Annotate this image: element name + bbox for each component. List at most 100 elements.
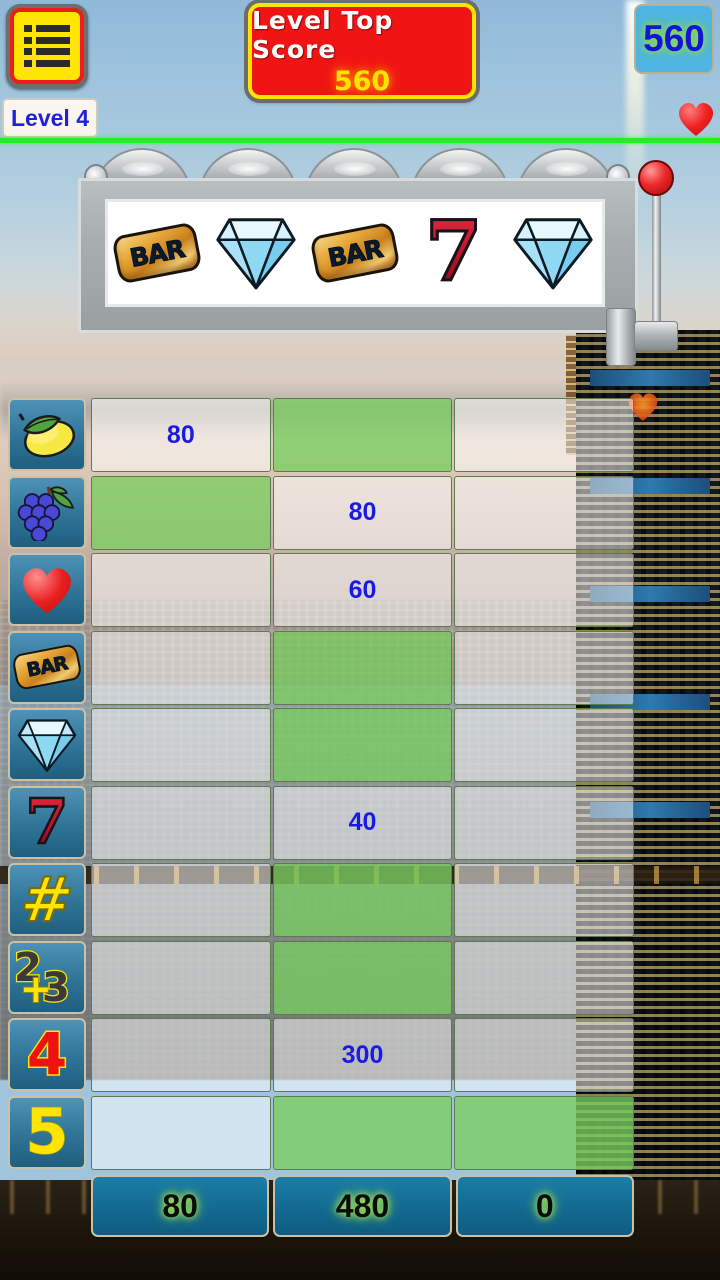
row-cells: 80 — [91, 396, 635, 474]
row-icon-hash: # — [8, 863, 86, 936]
four-icon: 4 — [25, 1020, 68, 1089]
reel-1-bar-icon: BAR — [111, 211, 204, 295]
current-score-value: 560 — [643, 18, 705, 59]
row-cells — [91, 629, 635, 707]
level-top-score-panel: Level Top Score 560 — [248, 3, 476, 99]
top-score-value: 560 — [333, 65, 391, 97]
cell[interactable] — [272, 398, 453, 472]
cell[interactable] — [272, 1095, 453, 1170]
reel-3-label: BAR — [325, 233, 385, 273]
green-divider — [0, 138, 720, 143]
table-row: 5 — [8, 1094, 635, 1172]
cell-value: 80 — [348, 498, 377, 526]
lever-base-side — [606, 308, 636, 366]
cell[interactable] — [454, 940, 635, 1015]
slot-machine[interactable]: BAR BAR 7 — [78, 148, 678, 366]
cell[interactable] — [272, 940, 453, 1015]
menu-button-inner — [10, 8, 84, 84]
reel-4-label: 7 — [424, 204, 484, 301]
row-icon-grapes — [8, 475, 86, 549]
cell-value: 60 — [348, 575, 377, 604]
cell[interactable]: 300 — [272, 1018, 453, 1092]
reel-window: BAR BAR 7 — [105, 199, 605, 307]
cell[interactable]: 40 — [272, 785, 453, 860]
cell[interactable] — [454, 630, 635, 705]
cell-value: 300 — [341, 1040, 384, 1069]
cell[interactable] — [454, 398, 635, 472]
cell[interactable] — [91, 708, 271, 782]
cell[interactable] — [454, 785, 635, 860]
row-cells — [91, 706, 635, 784]
row-icon-two-plus-three: 2 +3 — [8, 940, 86, 1014]
cell[interactable]: 80 — [91, 398, 271, 472]
cell-value: 80 — [166, 420, 195, 449]
seven-icon: 7 — [24, 785, 70, 859]
reel-5-diamond-icon — [507, 211, 599, 295]
cell[interactable] — [272, 708, 453, 782]
cell[interactable] — [91, 863, 271, 937]
diamond-icon — [15, 717, 79, 773]
cell[interactable] — [454, 1095, 635, 1170]
row-icon-bar: BAR — [8, 630, 86, 704]
cell[interactable] — [454, 1018, 635, 1092]
row-cells — [91, 861, 635, 939]
cell[interactable] — [91, 553, 271, 627]
cell[interactable] — [91, 785, 271, 860]
cell[interactable] — [454, 475, 635, 550]
bar-icon: BAR — [11, 643, 83, 691]
table-row: # — [8, 861, 635, 939]
scorecard-grid[interactable]: 80 80 60 BAR 7 40 # 2 + 3 4 300 5 80 480… — [8, 396, 635, 1246]
cell[interactable] — [454, 863, 635, 937]
reel-2-diamond-icon — [210, 211, 302, 295]
total-value: 480 — [335, 1187, 390, 1224]
row-cells: 80 — [91, 474, 635, 552]
reel-1-label: BAR — [127, 233, 187, 273]
menu-button[interactable] — [6, 4, 88, 88]
hash-icon: # — [16, 863, 78, 936]
row-icon-four: 4 — [8, 1018, 86, 1091]
table-row — [8, 706, 635, 784]
cell[interactable] — [454, 553, 635, 627]
grapes-icon — [16, 483, 78, 543]
five-icon: 5 — [25, 1095, 70, 1169]
level-label: Level 4 — [11, 104, 89, 131]
table-row: 4 300 — [8, 1016, 635, 1094]
total-column-2: 480 — [273, 1175, 452, 1237]
cell[interactable] — [91, 940, 271, 1015]
level-badge: Level 4 — [2, 98, 98, 138]
cell[interactable] — [272, 863, 453, 937]
slot-lever-handle[interactable] — [606, 156, 680, 366]
row-icon-heart — [8, 553, 86, 626]
table-row: BAR — [8, 629, 635, 707]
lever-base — [634, 321, 678, 351]
slot-cabinet: BAR BAR 7 — [78, 178, 638, 333]
cell[interactable] — [91, 1095, 271, 1170]
lemon-icon — [16, 411, 78, 459]
bar-icon-label: BAR — [24, 652, 70, 682]
cell[interactable]: 80 — [272, 475, 453, 550]
row-cells: 60 — [91, 551, 635, 629]
row-icon-lemon — [8, 398, 86, 471]
cell[interactable] — [91, 1018, 271, 1092]
list-menu-icon — [24, 25, 70, 67]
cell[interactable]: 60 — [272, 553, 453, 627]
total-value: 0 — [535, 1187, 554, 1224]
cell[interactable] — [91, 630, 271, 705]
table-row: 80 — [8, 396, 635, 474]
row-icon-seven: 7 — [8, 785, 86, 859]
total-column-3: 0 — [455, 1175, 634, 1237]
row-cells — [91, 939, 635, 1017]
cell[interactable] — [91, 475, 271, 550]
row-cells: 40 — [91, 784, 635, 862]
row-cells — [91, 1094, 635, 1172]
tower-tier — [590, 370, 710, 386]
cell[interactable] — [272, 630, 453, 705]
reel-3-bar-icon: BAR — [309, 211, 401, 295]
cell[interactable] — [454, 708, 635, 782]
heart-icon — [19, 565, 75, 615]
row-icon-diamond — [8, 708, 86, 781]
table-row: 80 — [8, 474, 635, 552]
table-row: 60 — [8, 551, 635, 629]
two-plus-three-icon: 2 +3 — [13, 944, 71, 1012]
lever-rod — [652, 180, 661, 330]
